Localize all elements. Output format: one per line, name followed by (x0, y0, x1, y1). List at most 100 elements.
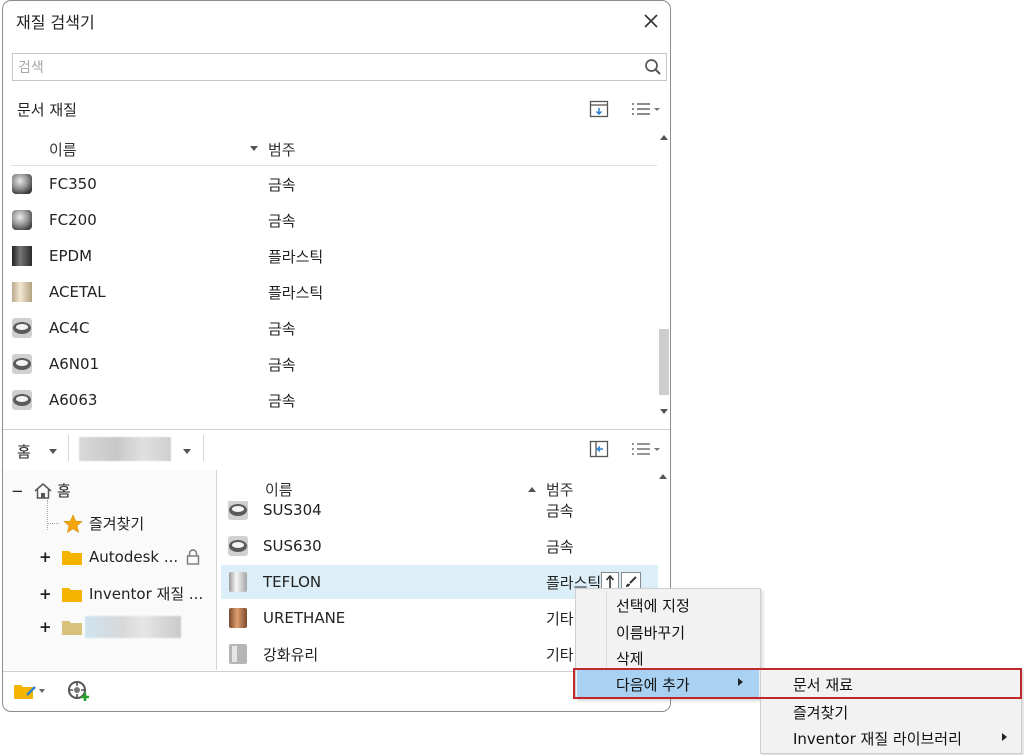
row-name: SUS304 (263, 501, 322, 519)
panel-view-icon (589, 100, 609, 118)
home-icon (34, 482, 52, 499)
doc-materials-label: 문서 재질 (17, 101, 77, 119)
scroll-down-icon[interactable] (660, 409, 668, 414)
list-options-icon (632, 443, 660, 455)
row-name: EPDM (49, 247, 93, 265)
row-category: 금속 (546, 537, 574, 556)
doc-list-options-button[interactable] (627, 98, 665, 120)
chevron-down-icon[interactable] (49, 449, 57, 454)
scroll-up-icon[interactable] (659, 474, 667, 479)
expand-icon[interactable]: + (39, 548, 53, 566)
toolbar-separator (68, 435, 69, 461)
lock-icon (186, 549, 200, 565)
row-name: SUS630 (263, 537, 322, 555)
tree-custom-library[interactable]: + (39, 616, 181, 638)
folder-icon (62, 587, 82, 602)
chevron-down-icon (39, 689, 45, 693)
lib-col-category[interactable]: 범주 (546, 479, 574, 500)
row-name: AC4C (49, 319, 90, 337)
row-category: 금속 (268, 175, 296, 194)
row-category: 기타 (546, 609, 574, 628)
table-row[interactable]: ACETAL 플라스틱 (3, 275, 657, 309)
library-list-options-button[interactable] (627, 438, 665, 460)
library-tree: − 홈 즐겨찾기 + Autodesk ... + Inventor 재질 ..… (3, 470, 216, 670)
tree-inventor-label: Inventor 재질 ... (89, 585, 204, 603)
new-material-icon (68, 681, 89, 701)
tree-favorites[interactable]: 즐겨찾기 (63, 513, 144, 534)
home-dropdown-label[interactable]: 홈 (17, 441, 31, 462)
white-cylinder-icon (229, 572, 247, 592)
metal-disc-icon (12, 318, 32, 338)
submenu-item-document-materials[interactable]: 문서 재료 (793, 674, 853, 695)
library-path-dropdown[interactable] (79, 437, 171, 461)
tree-guide (47, 523, 59, 525)
library-options-button[interactable] (13, 681, 45, 701)
expand-icon[interactable]: + (39, 585, 53, 603)
paintbrush-icon (626, 576, 637, 587)
brown-cylinder-icon (229, 608, 247, 628)
row-category: 금속 (268, 391, 296, 410)
row-category: 금속 (268, 319, 296, 338)
doc-scroll-thumb[interactable] (659, 329, 669, 395)
row-name: ACETAL (49, 283, 106, 301)
table-row[interactable]: FC350 금속 (3, 167, 657, 201)
row-name: A6063 (49, 391, 98, 409)
library-view-button[interactable] (587, 438, 611, 460)
tree-autodesk[interactable]: + Autodesk ... (39, 548, 200, 566)
search-box (12, 53, 667, 81)
doc-col-category[interactable]: 범주 (268, 139, 296, 160)
table-row[interactable]: AC4C 금속 (3, 311, 657, 345)
metal-sphere-icon (12, 174, 32, 194)
search-button[interactable] (642, 56, 664, 78)
row-category: 금속 (268, 211, 296, 230)
sort-asc-icon (528, 487, 536, 492)
menu-item-add-to[interactable]: 다음에 추가 (577, 669, 759, 697)
row-name: TEFLON (263, 573, 322, 591)
scroll-up-icon[interactable] (660, 135, 668, 140)
close-icon (644, 14, 658, 28)
tree-home-label: 홈 (57, 482, 71, 500)
metal-disc-icon (228, 536, 248, 556)
search-icon (645, 59, 661, 75)
table-row[interactable]: SUS630 금속 (217, 529, 658, 563)
glass-icon (229, 644, 247, 664)
metal-disc-icon (12, 390, 32, 410)
doc-col-name[interactable]: 이름 (49, 139, 77, 160)
toolbar-separator (203, 435, 204, 461)
menu-item-rename[interactable]: 이름바꾸기 (616, 622, 685, 643)
beige-cylinder-icon (12, 282, 32, 302)
chevron-down-icon[interactable] (183, 449, 191, 454)
row-name: FC200 (49, 211, 97, 229)
menu-item-delete[interactable]: 삭제 (616, 648, 644, 669)
expand-icon[interactable]: + (39, 618, 53, 636)
table-row[interactable]: FC200 금속 (3, 203, 657, 237)
close-button[interactable] (637, 7, 665, 35)
row-category: 기타 (546, 645, 574, 664)
table-row[interactable]: EPDM 플라스틱 (3, 239, 657, 273)
table-row[interactable]: A6063 금속 (3, 383, 657, 417)
tree-home[interactable]: − 홈 (11, 480, 71, 501)
tree-inventor[interactable]: + Inventor 재질 ... (39, 583, 203, 604)
folder-icon (62, 551, 82, 565)
search-input[interactable] (16, 55, 620, 81)
doc-view-button[interactable] (587, 98, 611, 120)
submenu-item-inventor-library[interactable]: Inventor 재질 라이브러리 (793, 728, 962, 749)
table-row[interactable]: A6N01 금속 (3, 347, 657, 381)
submenu-arrow-icon (738, 678, 743, 686)
menu-item-add-to-label: 다음에 추가 (616, 676, 690, 694)
submenu-item-favorites[interactable]: 즐겨찾기 (793, 702, 848, 723)
submenu-arrow-icon (1002, 733, 1007, 741)
collapse-icon[interactable]: − (11, 482, 24, 500)
create-material-button[interactable] (67, 680, 91, 706)
material-browser-window: 재질 검색기 문서 재질 (2, 0, 671, 712)
bottom-divider (3, 671, 670, 672)
window-title: 재질 검색기 (16, 13, 95, 32)
lib-col-name[interactable]: 이름 (265, 479, 293, 500)
doc-scrollbar[interactable] (658, 132, 670, 422)
menu-item-assign-to-selection[interactable]: 선택에 지정 (616, 595, 690, 616)
tree-autodesk-label: Autodesk ... (89, 548, 179, 566)
row-category: 플라스틱 (268, 247, 324, 266)
header-divider (11, 165, 657, 166)
row-name: FC350 (49, 175, 97, 193)
table-row[interactable]: SUS304 금속 (217, 501, 658, 527)
